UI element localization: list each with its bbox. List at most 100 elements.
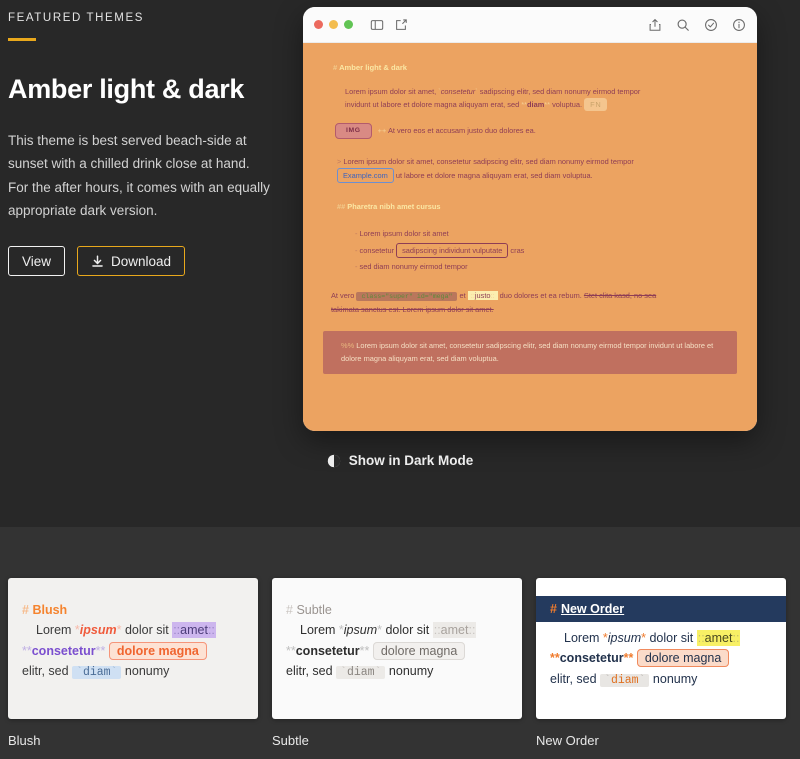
no-hl-mark-open: :: (697, 631, 705, 645)
theme-card-new-order[interactable]: # New Order Lorem *ipsum* dolor sit ::am… (536, 578, 786, 719)
no-code-text: diam (610, 673, 639, 687)
subtle-tag[interactable]: dolore magna (372, 641, 466, 660)
blush-l1-pre: Lorem (36, 623, 75, 638)
verified-icon[interactable] (704, 18, 718, 32)
action-button-row: View Download (8, 246, 290, 277)
new-order-heading-band: # New Order (536, 596, 786, 622)
info-icon[interactable] (732, 18, 746, 32)
bullet-dash: - (355, 261, 358, 271)
subtle-em-text: ipsum (343, 623, 378, 638)
doc-paragraph-2: At vero class="super" id="mega" et ::jus… (331, 289, 679, 316)
no-l3-post: nonumy (649, 671, 698, 686)
zoom-window-icon[interactable] (344, 20, 353, 29)
comment-marker: %% (341, 340, 355, 350)
blush-strong-text: consetetur (31, 643, 96, 658)
blush-code-mark-close: ` (110, 665, 118, 679)
subtle-code-text: diam (346, 665, 375, 679)
no-code-mark-close: ` (638, 673, 646, 687)
example-link[interactable]: Example.com (337, 168, 394, 184)
highlight-marker: ++ (377, 126, 387, 136)
subtle-line-2: **consetetur** dolore magna (286, 641, 506, 661)
subtle-heading: # Subtle (286, 600, 506, 620)
list-item: - sed diam nonumy eirmod tempor (355, 260, 737, 273)
blush-heading-hash: # (22, 603, 29, 617)
blush-heading: # Blush (22, 600, 242, 620)
img-line-text: At vero eos et accusam justo duo dolores… (387, 126, 536, 136)
doc-heading-1: # Amber light & dark (333, 61, 737, 75)
p2-code-span: class="super" id="mega" (356, 291, 458, 301)
p2-highlight-text: justo (474, 290, 491, 300)
blush-hl-text: amet (180, 623, 208, 638)
p1-part1: Lorem ipsum dolor sit amet, (345, 86, 439, 96)
heading-2-hash-marker: ## (337, 202, 346, 212)
blush-hl-mark-close: :: (207, 623, 215, 638)
no-l3-pre: elitr, sed (550, 671, 601, 686)
theme-gallery-section: # Blush Lorem *ipsum* dolor sit ::amet::… (0, 527, 800, 759)
sidebar-toggle-icon[interactable] (370, 18, 384, 32)
show-dark-mode-toggle[interactable]: Show in Dark Mode (0, 453, 800, 468)
download-button[interactable]: Download (77, 246, 186, 277)
list-item-text: sed diam nonumy eirmod tempor (359, 261, 468, 271)
contrast-icon (327, 454, 340, 467)
subtle-strong-text: consetetur (295, 643, 360, 658)
theme-card-label-new-order: New Order (536, 733, 599, 748)
p2-part1: At vero (331, 290, 357, 300)
footnote-chip[interactable]: FN (584, 97, 608, 111)
subtle-strong-mark-open: ** (286, 643, 296, 658)
theme-card-subtle[interactable]: # Subtle Lorem *ipsum* dolor sit ::amet:… (272, 578, 522, 719)
markdown-document-preview: # Amber light & dark Lorem ipsum dolor s… (303, 43, 757, 431)
new-order-line-3: elitr, sed `diam` nonumy (550, 669, 770, 691)
minimize-window-icon[interactable] (329, 20, 338, 29)
no-hl-mark-close: :: (732, 631, 740, 645)
blush-code-mark-open: ` (76, 665, 83, 679)
doc-heading-2: ## Pharetra nibh amet cursus (337, 200, 737, 213)
subtle-l1-mid: dolor sit (382, 623, 433, 638)
blush-l3-post: nonumy (121, 663, 170, 678)
blush-tag[interactable]: dolore magna (108, 641, 207, 660)
blush-em-text: ipsum (79, 623, 117, 638)
subtle-code-mark-close: ` (374, 665, 382, 679)
p2-part2: et (457, 290, 468, 300)
doc-paragraph-1: Lorem ipsum dolor sit amet, `consetetur`… (345, 85, 655, 111)
list-item: - Lorem ipsum dolor sit amet (355, 227, 737, 240)
quote-part1: Lorem ipsum dolor sit amet, consetetur s… (343, 156, 634, 166)
share-icon[interactable] (648, 18, 662, 32)
p2-highlight-close: :: (490, 290, 495, 300)
image-embed-chip[interactable]: IMG (335, 122, 372, 139)
doc-bullet-list: - Lorem ipsum dolor sit amet - consetetu… (355, 227, 737, 273)
blush-l1-mid: dolor sit (121, 623, 173, 638)
new-order-line-1: Lorem *ipsum* dolor sit ::amet:: (564, 628, 770, 648)
featured-theme-section: FEATURED THEMES Amber light & dark This … (0, 0, 800, 527)
no-code-mark-open: ` (604, 673, 611, 687)
search-icon[interactable] (676, 18, 690, 32)
theme-card-blush[interactable]: # Blush Lorem *ipsum* dolor sit ::amet::… (8, 578, 258, 719)
compose-icon[interactable] (394, 18, 408, 32)
list-item-pre: consetetur (359, 245, 397, 255)
no-tag[interactable]: dolore magna (636, 649, 730, 668)
subtle-code-mark-open: ` (340, 665, 347, 679)
list-item-post: cras (508, 245, 525, 255)
theme-description: This theme is best served beach-side at … (8, 133, 270, 219)
no-l1-pre: Lorem (564, 631, 603, 645)
blush-card-body: # Blush Lorem *ipsum* dolor sit ::amet::… (8, 578, 258, 682)
new-order-card-body: Lorem *ipsum* dolor sit ::amet:: **conse… (536, 622, 786, 690)
theme-card-label-blush: Blush (8, 733, 41, 748)
heading-hash-marker: # (333, 63, 338, 72)
theme-card-new-order-wrapper: # New Order Lorem *ipsum* dolor sit ::am… (536, 578, 786, 748)
toolbar-right-icons (648, 18, 746, 32)
doc-comment-block: %% Lorem ipsum dolor sit amet, consetetu… (323, 330, 737, 375)
bullet-dash: - (355, 245, 358, 255)
subtle-l1-pre: Lorem (300, 623, 339, 638)
close-window-icon[interactable] (314, 20, 323, 29)
blush-line-1: Lorem *ipsum* dolor sit ::amet:: (36, 620, 242, 640)
theme-card-blush-wrapper: # Blush Lorem *ipsum* dolor sit ::amet::… (8, 578, 258, 748)
no-l1-mid: dolor sit (646, 631, 697, 645)
no-strong-text: consetetur (559, 651, 624, 666)
blockquote-marker: > (337, 156, 342, 166)
quote-part2: ut labore et dolore magna aliquyam erat,… (393, 171, 593, 181)
doc-image-line: IMG ++ At vero eos et accusam justo duo … (335, 122, 737, 139)
view-button[interactable]: View (8, 246, 66, 277)
list-item-tag[interactable]: sadipscing individunt vulputate (396, 242, 509, 258)
blush-heading-text: Blush (32, 603, 68, 617)
theme-preview-window: # Amber light & dark Lorem ipsum dolor s… (303, 7, 757, 431)
